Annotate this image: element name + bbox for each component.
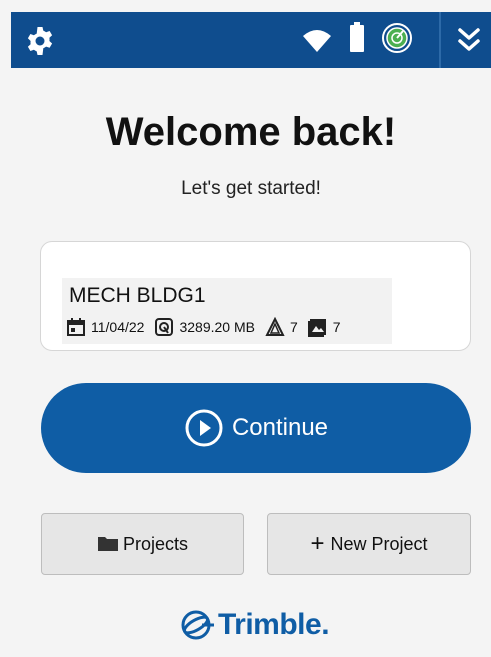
gnss-status-icon[interactable]: [381, 22, 413, 54]
projects-label: Projects: [122, 533, 189, 554]
project-size: 3289.20 MB: [179, 319, 255, 335]
gear-icon[interactable]: [24, 25, 56, 57]
project-date: 11/04/22: [91, 319, 145, 335]
new-project-label: New Project: [330, 533, 428, 554]
top-app-bar: [11, 12, 491, 68]
project-meta: 11/04/22 3289.20 MB 7 7: [66, 316, 351, 338]
recent-project-card[interactable]: MECH BLDG1 11/04/22 3289.20 MB 7 7: [40, 241, 471, 351]
project-name: MECH BLDG1: [69, 284, 206, 307]
page-subtitle: Let's get started!: [181, 178, 321, 199]
storage-icon: [155, 318, 174, 336]
continue-button[interactable]: Continue: [41, 383, 471, 473]
calendar-icon: [67, 318, 85, 336]
battery-icon: [350, 22, 364, 52]
continue-label: Continue: [231, 414, 329, 441]
trimble-wordmark: Trimble.: [218, 608, 330, 641]
project-image-count: 7: [332, 319, 341, 335]
project-summary: MECH BLDG1 11/04/22 3289.20 MB 7 7: [62, 278, 392, 344]
projects-button[interactable]: Projects: [41, 513, 244, 575]
folder-icon: [97, 537, 118, 551]
header-divider: [439, 12, 441, 68]
trimble-globe-icon: [181, 610, 214, 640]
chevrons-down-icon[interactable]: [456, 25, 482, 55]
plus-icon: +: [310, 530, 325, 557]
project-scan-count: 7: [289, 319, 298, 335]
page-title: Welcome back!: [105, 110, 397, 154]
play-circle-icon: [185, 409, 223, 447]
wifi-icon: [303, 30, 331, 52]
scan-stations-icon: [265, 317, 285, 336]
new-project-button[interactable]: + New Project: [267, 513, 471, 575]
image-icon: [307, 319, 326, 337]
trimble-logo: Trimble.: [180, 605, 330, 645]
